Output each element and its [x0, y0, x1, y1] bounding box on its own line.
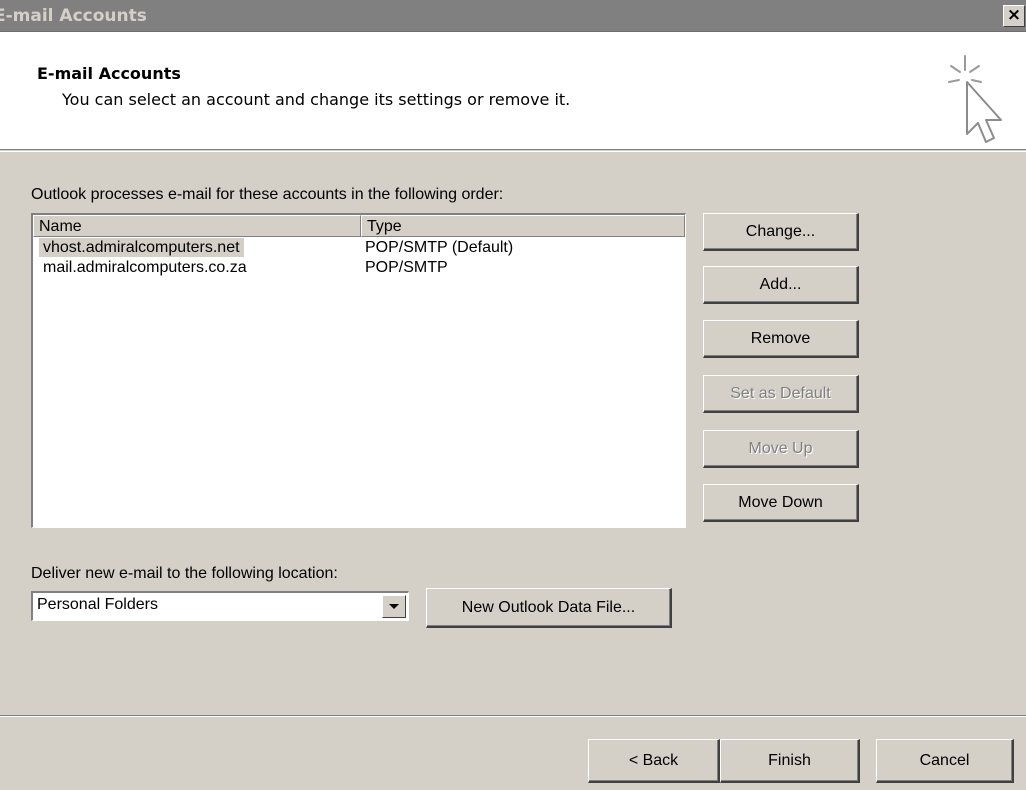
set-as-default-button[interactable]: Set as Default: [703, 375, 859, 413]
accounts-list[interactable]: Name Type vhost.admiralcomputers.net POP…: [31, 213, 686, 528]
account-name: mail.admiralcomputers.co.za: [43, 259, 247, 276]
change-button[interactable]: Change...: [703, 213, 859, 251]
add-button[interactable]: Add...: [703, 266, 859, 304]
remove-button[interactable]: Remove: [703, 320, 859, 358]
title-bar: E-mail Accounts ×: [0, 0, 1026, 32]
account-row[interactable]: vhost.admiralcomputers.net POP/SMTP (Def…: [33, 238, 685, 258]
header-title: E-mail Accounts: [37, 64, 181, 83]
move-down-button[interactable]: Move Down: [703, 484, 859, 522]
move-up-button[interactable]: Move Up: [703, 430, 859, 468]
header-divider: [0, 151, 1026, 152]
delivery-location-label: Deliver new e-mail to the following loca…: [31, 565, 338, 582]
account-row[interactable]: mail.admiralcomputers.co.za POP/SMTP: [33, 258, 685, 278]
accounts-order-label: Outlook processes e-mail for these accou…: [31, 186, 504, 203]
wizard-cursor-icon: [948, 55, 1002, 143]
delivery-location-value: Personal Folders: [37, 596, 158, 613]
window-title: E-mail Accounts: [0, 6, 147, 26]
footer-divider-highlight: [0, 716, 1026, 717]
account-name: vhost.admiralcomputers.net: [39, 238, 244, 257]
new-outlook-data-file-button[interactable]: New Outlook Data File...: [426, 588, 672, 628]
wizard-header: E-mail Accounts You can select an accoun…: [0, 32, 1026, 150]
header-subtitle: You can select an account and change its…: [62, 90, 571, 109]
column-header-name[interactable]: Name: [33, 215, 361, 237]
account-type: POP/SMTP: [365, 259, 448, 276]
finish-button[interactable]: Finish: [720, 739, 860, 783]
close-button[interactable]: ×: [1003, 5, 1025, 27]
dropdown-arrow-icon[interactable]: [382, 595, 406, 618]
delivery-location-select[interactable]: Personal Folders: [31, 591, 409, 621]
account-type: POP/SMTP (Default): [365, 239, 514, 256]
column-header-type[interactable]: Type: [361, 215, 685, 237]
list-header: Name Type: [33, 215, 685, 237]
cancel-button[interactable]: Cancel: [876, 739, 1014, 783]
back-button[interactable]: < Back: [588, 739, 720, 783]
